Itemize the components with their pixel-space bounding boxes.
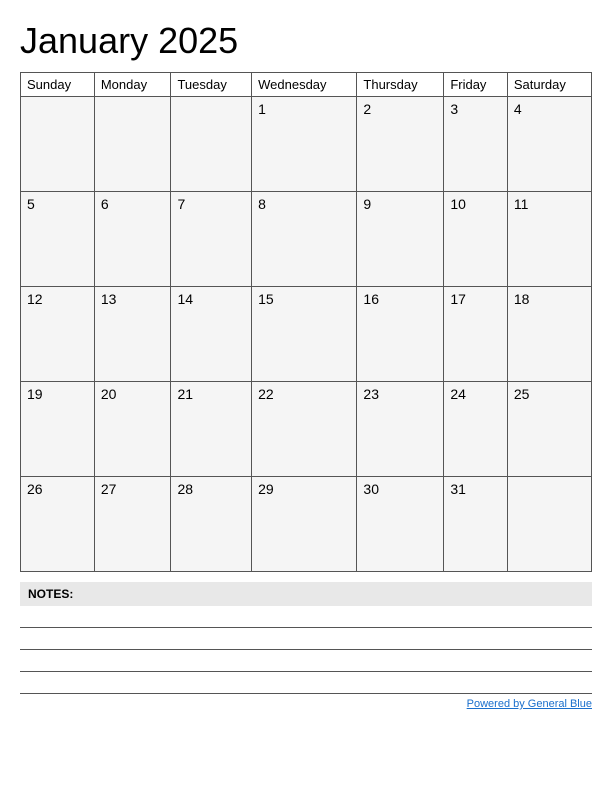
- calendar-cell: [94, 97, 171, 192]
- calendar-cell: [171, 97, 252, 192]
- day-number: 10: [450, 196, 501, 212]
- notes-line-1: [20, 606, 592, 628]
- calendar-cell: 19: [21, 382, 95, 477]
- calendar-cell: 10: [444, 192, 508, 287]
- calendar-cell: 21: [171, 382, 252, 477]
- notes-line-4: [20, 672, 592, 694]
- day-number: 1: [258, 101, 350, 117]
- notes-label: NOTES:: [20, 582, 592, 606]
- week-row-1: 1234: [21, 97, 592, 192]
- day-number: 23: [363, 386, 437, 402]
- calendar-cell: 16: [357, 287, 444, 382]
- day-number: 5: [27, 196, 88, 212]
- day-number: 28: [177, 481, 245, 497]
- header-saturday: Saturday: [507, 73, 591, 97]
- day-number: 19: [27, 386, 88, 402]
- calendar-cell: [21, 97, 95, 192]
- calendar-cell: 15: [252, 287, 357, 382]
- day-number: 31: [450, 481, 501, 497]
- calendar-cell: 11: [507, 192, 591, 287]
- day-number: 15: [258, 291, 350, 307]
- header-thursday: Thursday: [357, 73, 444, 97]
- calendar-cell: 30: [357, 477, 444, 572]
- day-number: 24: [450, 386, 501, 402]
- calendar-cell: 18: [507, 287, 591, 382]
- week-row-4: 19 20 21 22 23 24 25: [21, 382, 592, 477]
- day-number: 25: [514, 386, 585, 402]
- day-number: 16: [363, 291, 437, 307]
- calendar-cell: 4: [507, 97, 591, 192]
- day-number: 27: [101, 481, 165, 497]
- header-row: SundayMondayTuesdayWednesdayThursdayFrid…: [21, 73, 592, 97]
- calendar-cell: 9: [357, 192, 444, 287]
- calendar-cell: 26: [21, 477, 95, 572]
- day-number: 9: [363, 196, 437, 212]
- day-number: 6: [101, 196, 165, 212]
- calendar-cell: 28: [171, 477, 252, 572]
- day-number: 2: [363, 101, 437, 117]
- month-title: January 2025: [20, 20, 592, 62]
- header-monday: Monday: [94, 73, 171, 97]
- day-number: 18: [514, 291, 585, 307]
- day-number: 17: [450, 291, 501, 307]
- day-number: 20: [101, 386, 165, 402]
- day-number: 26: [27, 481, 88, 497]
- calendar-cell: 5: [21, 192, 95, 287]
- notes-section: NOTES:: [20, 582, 592, 694]
- day-number: 30: [363, 481, 437, 497]
- calendar-table: SundayMondayTuesdayWednesdayThursdayFrid…: [20, 72, 592, 572]
- header-tuesday: Tuesday: [171, 73, 252, 97]
- calendar-cell: 27: [94, 477, 171, 572]
- calendar-body: 1234567891011121314151617181920212223242…: [21, 97, 592, 572]
- day-number: 7: [177, 196, 245, 212]
- calendar-cell: 7: [171, 192, 252, 287]
- header-sunday: Sunday: [21, 73, 95, 97]
- day-number: 22: [258, 386, 350, 402]
- calendar-cell: 14: [171, 287, 252, 382]
- calendar-cell: 1: [252, 97, 357, 192]
- week-row-2: 56789 10 11: [21, 192, 592, 287]
- calendar-cell: 12: [21, 287, 95, 382]
- day-number: 3: [450, 101, 501, 117]
- calendar-cell: 6: [94, 192, 171, 287]
- calendar-cell: 22: [252, 382, 357, 477]
- day-number: 4: [514, 101, 585, 117]
- calendar-cell: 3: [444, 97, 508, 192]
- calendar-cell: 31: [444, 477, 508, 572]
- notes-line-3: [20, 650, 592, 672]
- week-row-5: 26 27 28 29 30 31: [21, 477, 592, 572]
- calendar-cell: 17: [444, 287, 508, 382]
- calendar-cell: 8: [252, 192, 357, 287]
- calendar-cell: 24: [444, 382, 508, 477]
- calendar-cell: 29: [252, 477, 357, 572]
- footer-link[interactable]: Powered by General Blue: [467, 698, 592, 710]
- calendar-cell: 25: [507, 382, 591, 477]
- notes-line-2: [20, 628, 592, 650]
- week-row-3: 12 13 14 15 16 17 18: [21, 287, 592, 382]
- calendar-cell: 20: [94, 382, 171, 477]
- day-number: 14: [177, 291, 245, 307]
- calendar-cell: 13: [94, 287, 171, 382]
- day-number: 21: [177, 386, 245, 402]
- day-number: 8: [258, 196, 350, 212]
- header-wednesday: Wednesday: [252, 73, 357, 97]
- calendar-cell: 2: [357, 97, 444, 192]
- header-friday: Friday: [444, 73, 508, 97]
- day-number: 29: [258, 481, 350, 497]
- calendar-cell: [507, 477, 591, 572]
- day-number: 11: [514, 196, 585, 212]
- calendar-cell: 23: [357, 382, 444, 477]
- day-number: 13: [101, 291, 165, 307]
- footer: Powered by General Blue: [20, 698, 592, 710]
- day-number: 12: [27, 291, 88, 307]
